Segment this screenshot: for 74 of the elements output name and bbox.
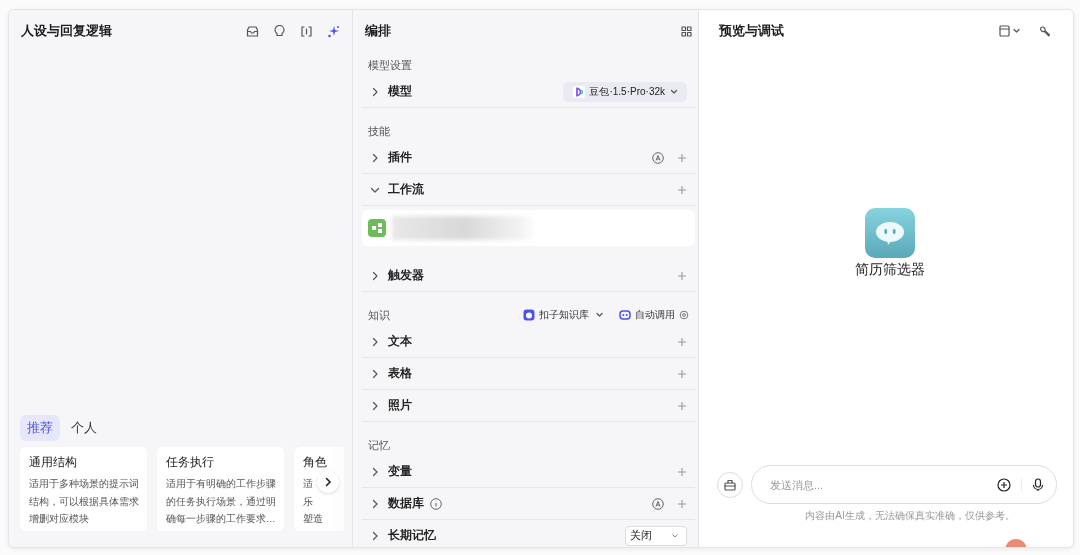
card-description: 确每一步骤的工作要求… [166, 512, 276, 526]
tab[interactable]: 推荐 [20, 415, 60, 441]
microphone-icon[interactable] [1032, 477, 1044, 492]
card-description: 增删对应模块 [29, 512, 89, 526]
sparkle-icon[interactable] [327, 24, 340, 38]
template-card[interactable]: 任务执行 适用于有明确的工作步骤 的任务执行场景，通过明 确每一步骤的工作要求… [157, 447, 284, 531]
row-label: 数据库 [388, 496, 424, 511]
grid-icon[interactable] [681, 25, 692, 37]
bot-avatar-icon [865, 208, 915, 258]
tab[interactable]: 个人 [64, 415, 104, 441]
disclaimer: 内容由AI生成，无法确保真实准确，仅供参考。 [805, 509, 1015, 523]
panel-title: 人设与回复逻辑 [21, 22, 113, 40]
card-description: 乐 [303, 494, 313, 509]
clear-button[interactable] [717, 471, 743, 498]
card-title: 任务执行 [166, 454, 215, 471]
call-mode-button[interactable]: 自动调用 [619, 308, 689, 322]
row-label: 长期记忆 [388, 528, 436, 543]
row-label: 表格 [388, 366, 412, 381]
panel-title: 编排 [365, 22, 392, 40]
row-label: 文本 [388, 334, 412, 349]
row-label: 触发器 [388, 268, 424, 283]
row-label: 变量 [388, 464, 412, 479]
auto-icon[interactable] [652, 151, 664, 164]
memory-select[interactable]: 关闭 [625, 525, 687, 546]
briefcase-icon [723, 477, 737, 492]
card-description: 的任务执行场景，通过明 [166, 494, 276, 509]
section-heading: 模型设置 [368, 57, 413, 73]
chevron-right-icon[interactable] [370, 368, 380, 379]
chevron-down-icon [593, 311, 605, 319]
model-logo-icon [573, 85, 586, 98]
bot-name: 简历筛选器 [855, 261, 925, 279]
chevron-down-icon [670, 531, 680, 540]
wrench-icon[interactable] [1039, 25, 1051, 37]
row-label: 照片 [388, 398, 412, 413]
knowledge-source-dropdown[interactable]: 扣子知识库 [523, 308, 605, 322]
panel-title: 预览与调试 [719, 22, 785, 40]
info-icon [430, 497, 442, 510]
inbox-icon[interactable] [246, 24, 259, 38]
chevron-right-icon[interactable] [370, 530, 380, 541]
card-title: 角色 [303, 454, 328, 471]
card-description: 塑造 [303, 512, 323, 526]
card-description: 适用于有明确的工作步骤 [166, 477, 276, 491]
template-card[interactable]: 角色 适 乐 塑造 [294, 447, 344, 531]
lightbulb-icon[interactable] [273, 24, 286, 38]
chevron-right-icon[interactable] [370, 466, 380, 477]
row-label: 模型 [388, 84, 412, 99]
chevron-right-icon[interactable] [370, 152, 380, 163]
section-heading: 记忆 [368, 437, 391, 453]
add-circle-icon[interactable] [997, 477, 1011, 492]
chevron-right-icon[interactable] [370, 336, 380, 347]
card-description: 结构，可以根据具体需求 [29, 494, 139, 509]
section-heading: 知识 [368, 307, 391, 323]
row-label: 插件 [388, 150, 412, 165]
template-card[interactable]: 通用结构 适用于多种场景的提示词 结构，可以根据具体需求 增删对应模块 [20, 447, 147, 531]
model-dropdown[interactable]: 豆包·1.5·Pro·32k [563, 81, 687, 102]
layout-dropdown-icon[interactable] [999, 25, 1023, 37]
chevron-right-icon[interactable] [370, 400, 380, 411]
row-label: 工作流 [388, 182, 424, 197]
bot-icon [523, 309, 535, 321]
brackets-icon[interactable] [300, 24, 313, 38]
card-description: 适用于多种场景的提示词 [29, 477, 139, 491]
card-description: 适 [303, 477, 313, 491]
chevron-right-icon[interactable] [370, 86, 380, 97]
gear-icon [679, 310, 689, 320]
workflow-icon [368, 219, 386, 237]
message-input[interactable]: 发送消息... [768, 477, 987, 492]
section-heading: 技能 [368, 123, 391, 139]
robot-icon [619, 309, 631, 321]
chevron-down-icon [669, 87, 679, 96]
card-title: 通用结构 [29, 454, 78, 471]
chevron-right-icon[interactable] [370, 270, 380, 281]
auto-icon[interactable] [652, 497, 664, 510]
chevron-right-icon [324, 477, 332, 487]
chevron-right-icon[interactable] [370, 498, 380, 509]
